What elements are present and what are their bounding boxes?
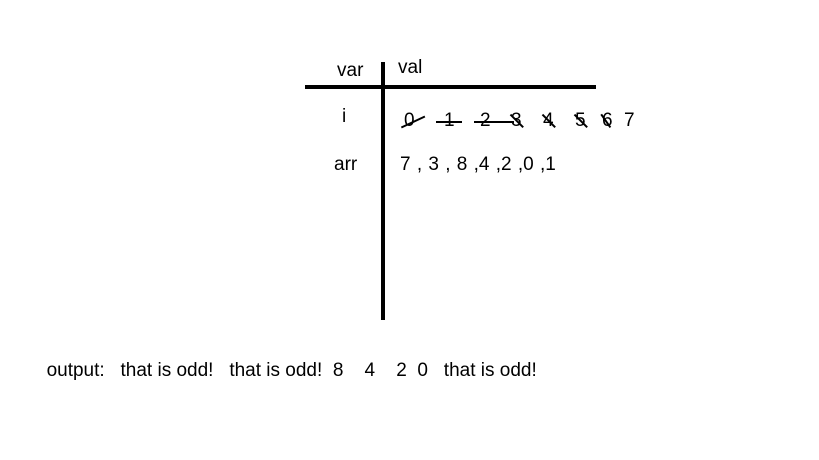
header-val: val <box>398 57 423 78</box>
i-value-7: 7 <box>624 110 635 131</box>
strike-mark-1 <box>436 121 462 123</box>
var-i-label: i <box>342 106 347 127</box>
output-item-0: that is odd! <box>120 360 214 381</box>
output-item-5: 0 <box>417 360 428 381</box>
strike-mark-2 <box>474 121 514 123</box>
arr-value: 7 , 3 , 8 ,4 ,2 ,0 ,1 <box>400 154 556 175</box>
output-item-2: 8 <box>332 360 344 381</box>
output-label: output: <box>46 360 105 381</box>
t-chart-vertical-line <box>381 62 385 320</box>
var-arr-label: arr <box>334 154 358 175</box>
header-var: var <box>337 60 364 81</box>
output-line: output: that is odd! that is odd! 8 4 2 … <box>36 342 537 380</box>
output-item-4: 2 <box>396 360 407 381</box>
output-item-1: that is odd! <box>229 360 323 381</box>
t-chart-horizontal-line <box>305 85 596 89</box>
output-item-6: that is odd! <box>443 360 537 381</box>
output-item-3: 4 <box>364 360 376 381</box>
